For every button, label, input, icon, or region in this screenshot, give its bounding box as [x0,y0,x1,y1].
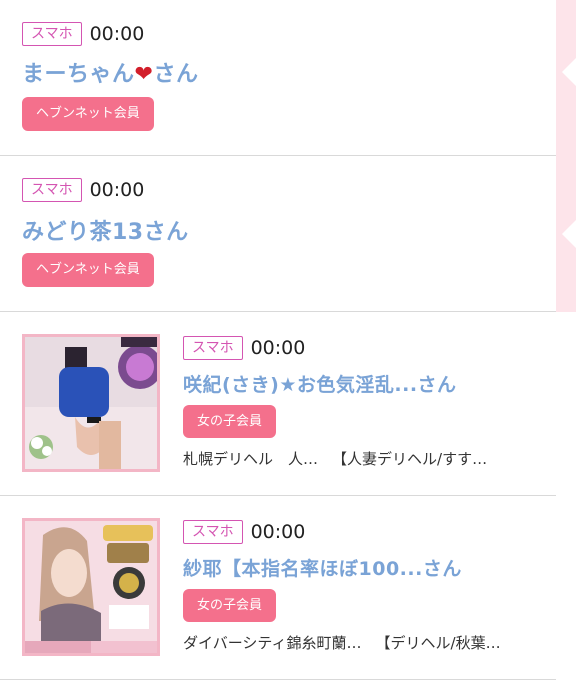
list-item[interactable]: スマホ 00:00 みどり茶13さん ヘブンネット会員 [0,156,556,312]
member-badge: 女の子会員 [183,589,277,622]
visitor-name[interactable]: まーちゃん❤さん [22,56,198,88]
shop-name: 【デリヘル/秋葉… [375,634,501,652]
visit-time: 00:00 [250,337,306,359]
visitor-name-text: まーちゃん [22,62,135,87]
heart-icon: ❤ [134,62,154,87]
shop-info[interactable]: ダイバーシティ錦糸町蘭… 【デリヘル/秋葉… [183,632,501,653]
visit-time: 00:00 [250,521,306,543]
visitor-name[interactable]: みどり茶13さん [22,214,189,246]
visitor-list: スマホ 00:00 まーちゃん❤さん ヘブンネット会員 スマホ 00:00 みど… [0,0,556,680]
device-badge: スマホ [183,520,243,544]
side-notch [562,58,576,86]
profile-photo[interactable] [22,334,160,472]
list-item[interactable]: スマホ 00:00 咲紀(さき)★お色気淫乱...さん 女の子会員 札幌デリヘル… [0,312,556,496]
visitor-name-suffix: さん [153,62,199,87]
member-badge: ヘブンネット会員 [22,97,154,131]
visit-time: 00:00 [89,23,145,45]
profile-photo[interactable] [22,518,160,656]
shop-area: 札幌デリヘル 人… [183,450,319,468]
visit-time: 00:00 [89,179,145,201]
visitor-name-suffix: さん [143,220,189,245]
visit-meta: スマホ 00:00 [22,177,144,203]
device-badge: スマホ [183,336,243,360]
visit-meta: スマホ 00:00 [22,21,144,47]
shop-name: 【人妻デリヘル/すす… [332,450,488,468]
visit-meta: スマホ 00:00 [183,519,305,545]
list-item[interactable]: スマホ 00:00 まーちゃん❤さん ヘブンネット会員 [0,0,556,156]
profile-photo-image [25,337,157,469]
profile-photo-image [25,521,157,653]
visitor-name[interactable]: 紗耶【本指名率ほぼ100...さん [183,554,462,581]
side-decoration-strip [556,0,576,312]
device-badge: スマホ [22,22,82,46]
shop-info[interactable]: 札幌デリヘル 人… 【人妻デリヘル/すす… [183,448,487,469]
visit-meta: スマホ 00:00 [183,335,305,361]
shop-area: ダイバーシティ錦糸町蘭… [183,634,362,652]
member-badge: ヘブンネット会員 [22,253,154,287]
device-badge: スマホ [22,178,82,202]
visitor-name[interactable]: 咲紀(さき)★お色気淫乱...さん [183,370,457,397]
member-badge: 女の子会員 [183,405,277,438]
visitor-name-text: みどり茶13 [22,220,144,245]
list-item[interactable]: スマホ 00:00 紗耶【本指名率ほぼ100...さん 女の子会員 ダイバーシテ… [0,496,556,680]
side-notch [562,220,576,248]
